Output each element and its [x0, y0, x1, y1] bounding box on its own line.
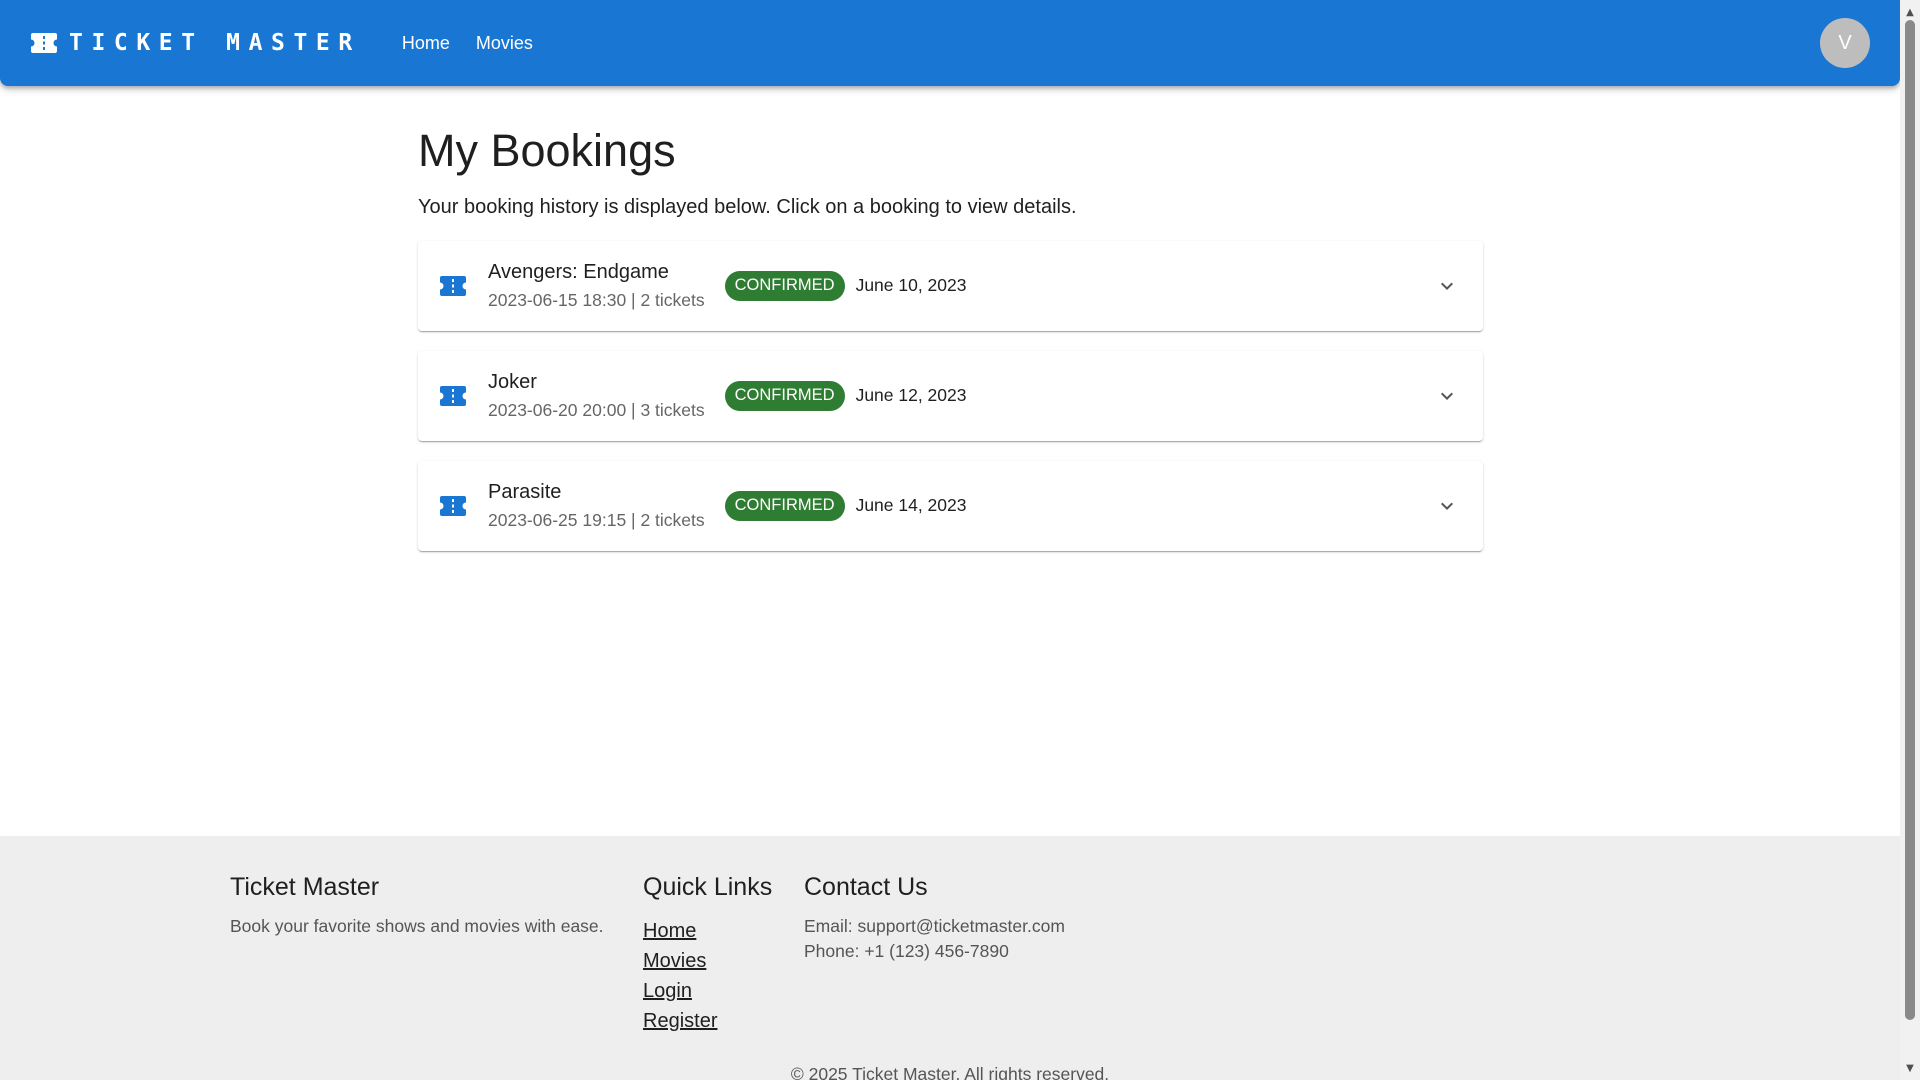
booking-date: June 14, 2023	[855, 495, 967, 515]
app-bar: TICKET MASTER Home Movies V	[0, 0, 1900, 86]
chevron-down-icon[interactable]	[1435, 274, 1459, 298]
footer-link-register[interactable]: Register	[643, 1006, 772, 1036]
booking-card[interactable]: Joker 2023-06-20 20:00 | 3 tickets CONFI…	[418, 350, 1483, 441]
site-footer: Ticket Master Book your favorite shows a…	[0, 836, 1900, 1080]
booking-movie-title: Parasite	[488, 481, 562, 503]
ticket-icon	[440, 385, 466, 407]
footer-contact-email: Email: support@ticketmaster.com	[804, 916, 1065, 936]
page: TICKET MASTER Home Movies V My Bookings …	[0, 0, 1900, 1080]
nav-movies-link[interactable]: Movies	[463, 25, 546, 62]
booking-movie-title: Avengers: Endgame	[488, 261, 669, 283]
nav-home-link[interactable]: Home	[389, 25, 463, 62]
booking-info: Joker 2023-06-20 20:00 | 3 tickets	[488, 370, 705, 421]
footer-contact-heading: Contact Us	[804, 873, 928, 901]
booking-info: Parasite 2023-06-25 19:15 | 2 tickets	[488, 480, 705, 531]
main-content: My Bookings Your booking history is disp…	[418, 86, 1483, 571]
ticket-icon	[440, 495, 466, 517]
footer-link-home[interactable]: Home	[643, 916, 772, 946]
booking-card[interactable]: Parasite 2023-06-25 19:15 | 2 tickets CO…	[418, 460, 1483, 551]
status-badge: CONFIRMED	[724, 270, 845, 301]
footer-contact-phone: Phone: +1 (123) 456-7890	[804, 941, 1009, 961]
booking-showtime: 2023-06-25 19:15 | 2 tickets	[488, 510, 705, 530]
chevron-down-icon[interactable]	[1435, 494, 1459, 518]
booking-date: June 10, 2023	[855, 275, 967, 295]
scroll-up-arrow-icon[interactable]: ▲	[1900, 2, 1920, 22]
main-nav: Home Movies	[389, 25, 546, 62]
footer-contact-details: Email: support@ticketmaster.com Phone: +…	[804, 914, 1065, 964]
footer-links-list: Home Movies Login Register	[643, 916, 772, 1036]
booking-showtime: 2023-06-20 20:00 | 3 tickets	[488, 400, 705, 420]
booking-movie-title: Joker	[488, 371, 537, 393]
chevron-down-icon[interactable]	[1435, 384, 1459, 408]
booking-list: Avengers: Endgame 2023-06-15 18:30 | 2 t…	[418, 240, 1483, 551]
status-badge: CONFIRMED	[724, 380, 845, 411]
footer-copyright: © 2025 Ticket Master. All rights reserve…	[790, 1064, 1110, 1080]
brand[interactable]: TICKET MASTER	[31, 30, 361, 56]
footer-about-heading: Ticket Master	[230, 873, 380, 901]
footer-link-login[interactable]: Login	[643, 976, 772, 1006]
ticket-icon	[440, 275, 466, 297]
booking-info: Avengers: Endgame 2023-06-15 18:30 | 2 t…	[488, 260, 705, 311]
scroll-down-arrow-icon[interactable]: ▼	[1900, 1058, 1920, 1078]
brand-name: TICKET MASTER	[69, 30, 361, 56]
status-badge: CONFIRMED	[724, 490, 845, 521]
footer-quick-links-heading: Quick Links	[643, 873, 773, 901]
page-subtitle: Your booking history is displayed below.…	[418, 195, 1077, 218]
footer-link-movies[interactable]: Movies	[643, 946, 772, 976]
scrollbar-thumb[interactable]	[1905, 20, 1915, 1020]
booking-date: June 12, 2023	[855, 385, 967, 405]
ticket-icon	[31, 33, 57, 53]
footer-about: Ticket Master Book your favorite shows a…	[230, 872, 604, 939]
page-title: My Bookings	[418, 125, 676, 176]
page-scrollbar[interactable]: ▲ ▼	[1900, 0, 1920, 1080]
footer-quick-links: Quick Links Home Movies Login Register	[643, 872, 772, 1036]
footer-about-text: Book your favorite shows and movies with…	[230, 916, 604, 936]
footer-contact: Contact Us Email: support@ticketmaster.c…	[804, 872, 1065, 964]
user-avatar[interactable]: V	[1820, 18, 1870, 68]
booking-showtime: 2023-06-15 18:30 | 2 tickets	[488, 290, 705, 310]
booking-card[interactable]: Avengers: Endgame 2023-06-15 18:30 | 2 t…	[418, 240, 1483, 331]
